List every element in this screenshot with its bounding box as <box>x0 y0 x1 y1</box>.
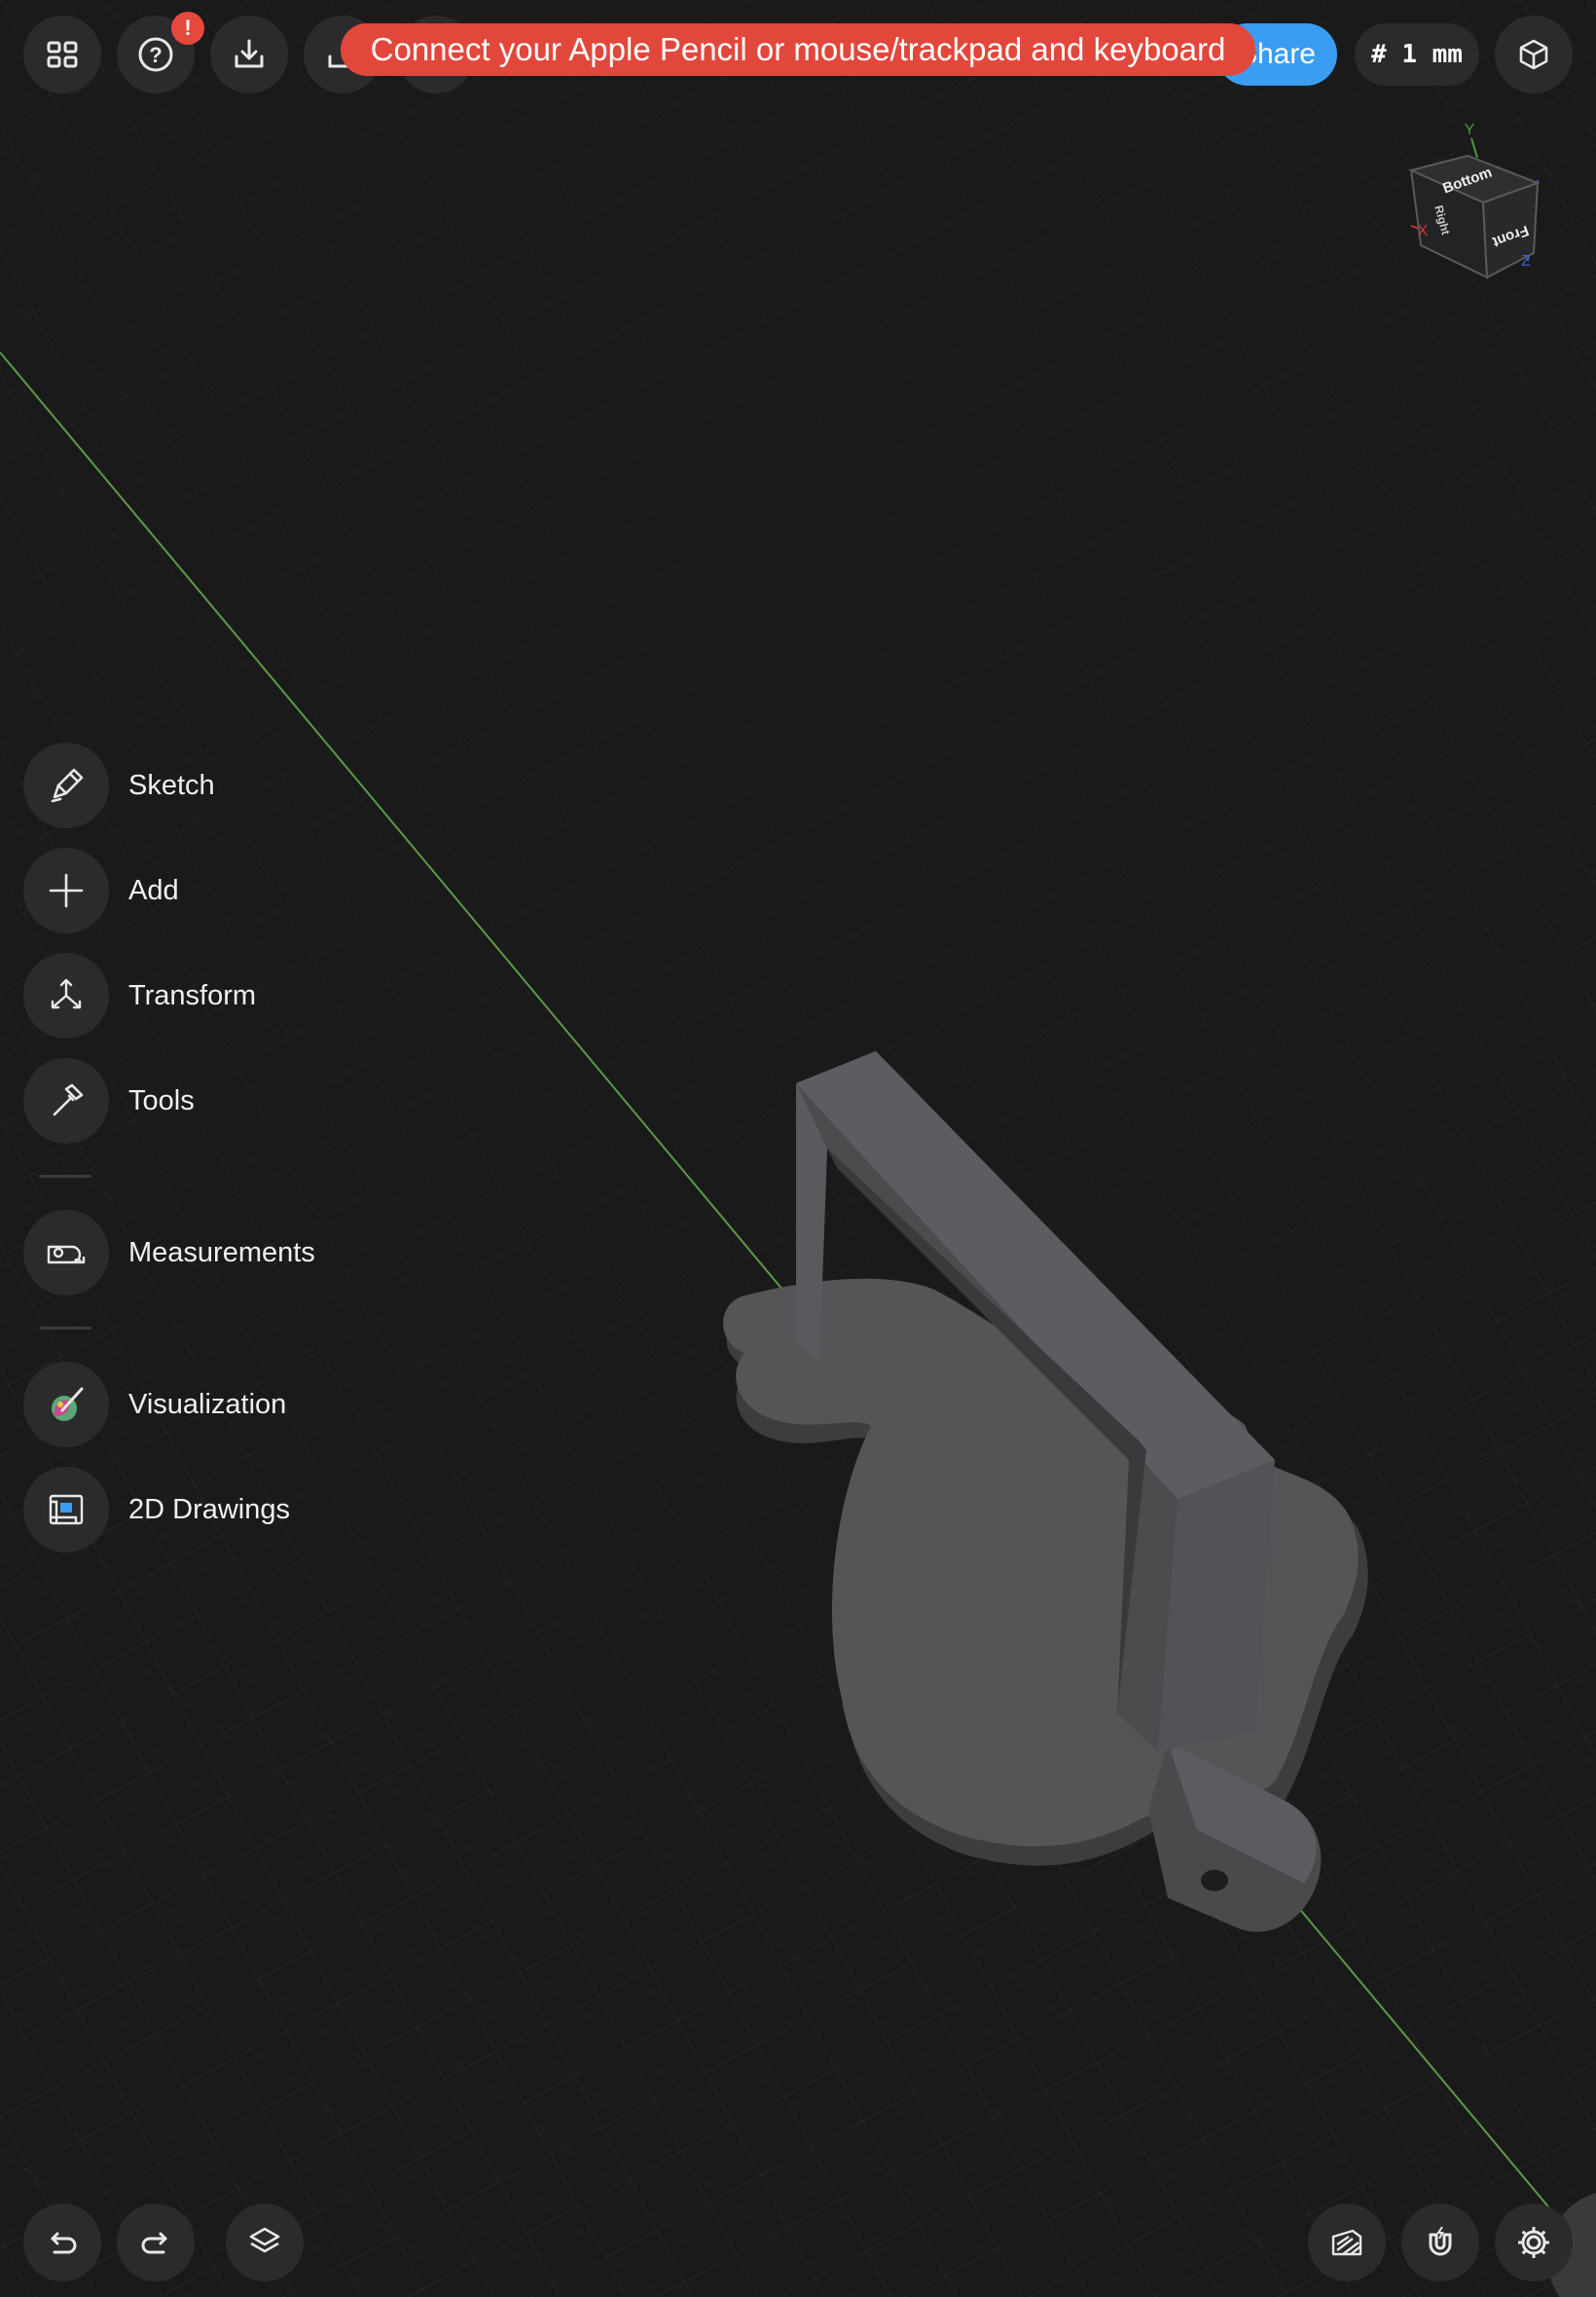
plus-icon <box>49 873 84 908</box>
menu-label-tools: Tools <box>128 1084 195 1116</box>
menu-item-sketch[interactable]: Sketch <box>23 743 510 828</box>
section-plane-icon <box>1331 2229 1362 2256</box>
hammer-icon <box>53 1083 84 1116</box>
redo-button[interactable] <box>117 2204 195 2281</box>
connect-device-toast[interactable]: Connect your Apple Pencil or mouse/track… <box>341 23 1255 76</box>
menu-item-visualization[interactable]: Visualization <box>23 1362 510 1447</box>
redo-icon <box>141 2232 167 2254</box>
view-mode-button[interactable] <box>1495 16 1573 93</box>
cube-icon <box>1519 39 1548 70</box>
import-button[interactable] <box>210 16 288 93</box>
units-label: # 1 mm <box>1371 40 1463 69</box>
menu-label-sketch: Sketch <box>128 769 215 801</box>
svg-text:?: ? <box>149 43 162 67</box>
view-cube[interactable]: Bottom Front Right Y Z X <box>1401 117 1547 282</box>
view-cube-axis-y <box>1470 137 1478 159</box>
alert-badge: ! <box>171 12 204 45</box>
magnet-icon <box>1429 2226 1452 2256</box>
view-cube-axis-label-y: Y <box>1465 122 1475 138</box>
menu-item-2d-drawings[interactable]: 2D Drawings <box>23 1467 510 1552</box>
menu-label-measurements: Measurements <box>128 1236 315 1268</box>
layers-button[interactable] <box>226 2204 304 2281</box>
settings-button[interactable] <box>1495 2204 1573 2281</box>
projects-grid-button[interactable] <box>23 16 101 93</box>
transform-icon <box>51 978 82 1009</box>
model-tab-hole <box>1201 1870 1228 1891</box>
menu-divider <box>39 1175 91 1178</box>
3d-viewport[interactable] <box>0 0 1596 2297</box>
snapping-button[interactable] <box>1401 2204 1479 2281</box>
menu-item-tools[interactable]: Tools <box>23 1058 510 1144</box>
drawing-sheet-icon <box>49 1494 84 1525</box>
menu-label-visualization: Visualization <box>128 1388 287 1420</box>
undo-icon <box>51 2232 77 2254</box>
pen-icon <box>51 768 84 803</box>
menu-divider <box>39 1327 91 1330</box>
grid-icon <box>47 41 78 68</box>
menu-item-measurements[interactable]: Measurements <box>23 1210 510 1295</box>
section-view-button[interactable] <box>1308 2204 1386 2281</box>
question-icon: ? <box>138 37 173 72</box>
menu-item-transform[interactable]: Transform <box>23 953 510 1039</box>
palette-icon <box>52 1387 84 1421</box>
gear-icon <box>1518 2227 1549 2258</box>
menu-label-transform: Transform <box>128 979 257 1011</box>
undo-button[interactable] <box>23 2204 101 2281</box>
tape-measure-icon <box>47 1245 86 1264</box>
layers-icon <box>249 2227 280 2253</box>
view-cube-axis-label-x: X <box>1418 223 1429 239</box>
download-icon <box>235 39 264 68</box>
toast-message: Connect your Apple Pencil or mouse/track… <box>370 31 1226 67</box>
menu-item-add[interactable]: Add <box>23 848 510 933</box>
menu-label-add: Add <box>128 874 179 906</box>
grid-units-button[interactable]: # 1 mm <box>1355 23 1479 86</box>
view-cube-axis-label-z: Z <box>1521 253 1531 270</box>
menu-label-2d-drawings: 2D Drawings <box>128 1493 290 1525</box>
